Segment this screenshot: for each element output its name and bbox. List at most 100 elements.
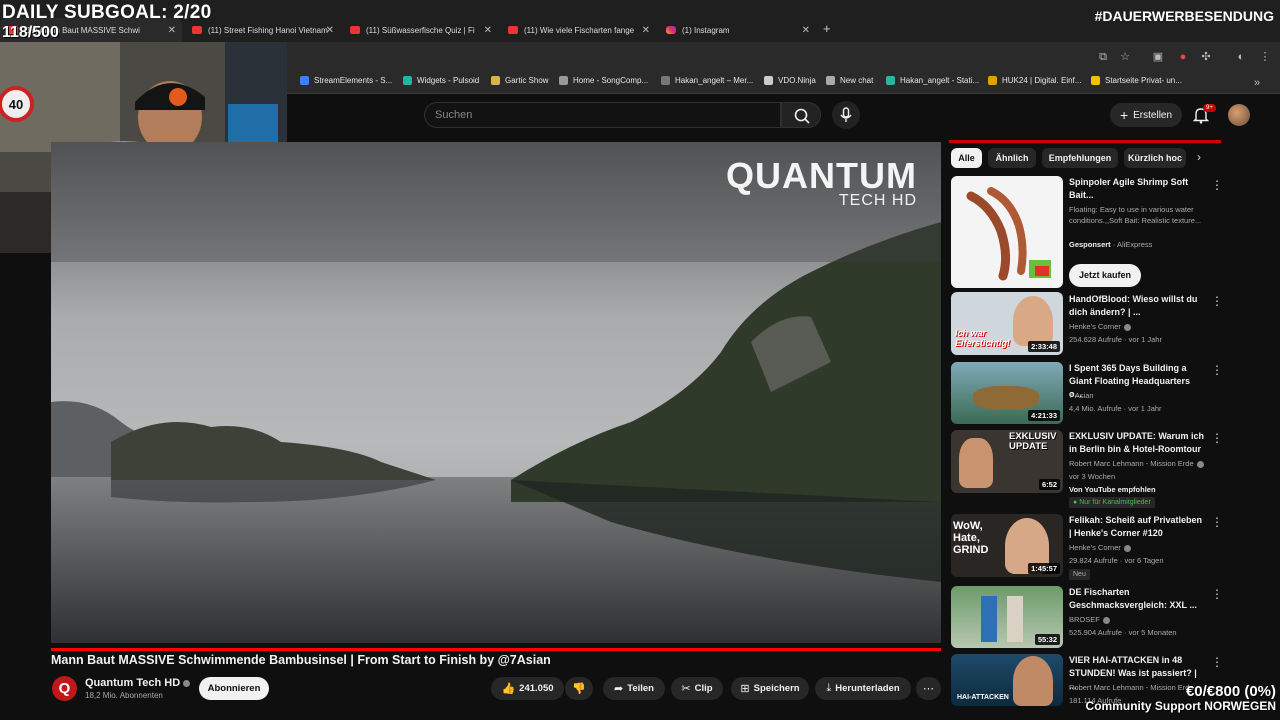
download-button[interactable]: ⤓ Herunterladen (815, 677, 911, 700)
account-avatar[interactable] (1228, 104, 1250, 126)
puzzle-icon[interactable]: ✣ (1199, 50, 1213, 64)
video-player[interactable]: QUANTUM TECH HD (51, 142, 941, 643)
like-button[interactable]: 👍 241.050 (491, 677, 564, 700)
voice-search-button[interactable] (832, 101, 860, 129)
save-button[interactable]: ⊞ Speichern (731, 677, 809, 700)
star-icon[interactable]: ☆ (1118, 50, 1132, 64)
video-progress-bar[interactable] (51, 648, 941, 651)
video-thumbnail[interactable]: WoW, Hate, GRIND 1:45:57 (951, 514, 1063, 577)
video-channel[interactable]: Robert Marc Lehmann - Mission Erde (1069, 683, 1194, 692)
ad-thumbnail[interactable] (951, 176, 1063, 288)
channel-text: Henke's Corner (1069, 322, 1121, 331)
bookmark[interactable]: Startseite Privat- un... (1091, 76, 1182, 85)
bookmark-icon (403, 76, 412, 85)
video-title-link[interactable]: EXKLUSIV UPDATE: Warum ich in Berlin bin… (1069, 430, 1205, 456)
video-meta: 4,4 Mio. Aufrufe · vor 1 Jahr (1069, 404, 1162, 413)
bookmarks-overflow-icon[interactable]: » (1250, 76, 1264, 90)
like-count: 241.050 (519, 683, 554, 694)
notification-badge: 9+ (1203, 104, 1216, 112)
close-icon[interactable]: ✕ (326, 25, 334, 36)
channel-text: Robert Marc Lehmann - Mission Erde (1069, 459, 1194, 468)
video-thumbnail[interactable]: Ich war Eifersüchtig! 2:33:48 (951, 292, 1063, 355)
more-vertical-icon[interactable]: ⋮ (1211, 655, 1223, 669)
video-frame-image (51, 142, 941, 643)
share-button[interactable]: ➦ Teilen (603, 677, 665, 700)
bookmark[interactable]: Home - SongComp... (559, 76, 648, 85)
bookmark[interactable]: Gartic Show (491, 76, 549, 85)
clip-button[interactable]: ✂ Clip (671, 677, 723, 700)
ad-cta-button[interactable]: Jetzt kaufen (1069, 264, 1141, 287)
tab-label: (11) Street Fishing Hanoi Vietnam (208, 25, 328, 35)
video-meta: 525.904 Aufrufe · vor 5 Monaten (1069, 628, 1177, 637)
video-title-link[interactable]: Felikah: Scheiß auf Privatleben | Henke'… (1069, 514, 1205, 540)
video-thumbnail[interactable]: 4:21:33 (951, 362, 1063, 424)
bookmark[interactable]: VDO.Ninja (764, 76, 816, 85)
create-button[interactable]: + Erstellen (1110, 103, 1182, 127)
chip-all[interactable]: Alle (951, 148, 982, 168)
more-actions-button[interactable]: ⋯ (916, 677, 941, 700)
browser-tab[interactable]: (11) Wie viele Fischarten fange ✕ (500, 18, 656, 42)
bookmark[interactable]: StreamElements - S... (300, 76, 392, 85)
close-icon[interactable]: ✕ (168, 25, 176, 36)
bookmark-icon (661, 76, 670, 85)
bookmark[interactable]: HUK24 | Digital. Einf... (988, 76, 1081, 85)
bookmark-label: Startseite Privat- un... (1105, 76, 1182, 85)
thumbs-down-icon: 👎 (572, 683, 586, 695)
bookmark[interactable]: Widgets - Pulsoid (403, 76, 479, 85)
install-icon[interactable]: ⧉ (1096, 50, 1110, 64)
bookmark[interactable]: New chat (826, 76, 873, 85)
close-icon[interactable]: ✕ (802, 25, 810, 36)
bookmark-icon (1091, 76, 1100, 85)
browser-tab[interactable]: (11) Süßwasserfische Quiz | Fi ✕ (342, 18, 498, 42)
video-channel[interactable]: Henke's Corner (1069, 322, 1131, 331)
sponsored-label: Gesponsert (1069, 240, 1111, 249)
video-channel[interactable]: 7 Asian (1069, 391, 1094, 400)
extension-icon[interactable]: ▣ (1151, 50, 1165, 64)
video-thumbnail[interactable]: EXKLUSIV UPDATE 6:52 (951, 430, 1063, 493)
video-title-link[interactable]: DE Fischarten Geschmacksvergleich: XXL .… (1069, 586, 1205, 612)
profile-icon[interactable]: ◐ (1234, 50, 1248, 64)
bookmark[interactable]: Hakan_angelt – Mer... (661, 76, 753, 85)
donation-goal-text: €0/€800 (0%) (1185, 683, 1276, 700)
search-button[interactable] (781, 102, 821, 128)
channel-name[interactable]: Quantum Tech HD (85, 677, 191, 689)
chip-similar[interactable]: Ähnlich (988, 148, 1036, 168)
video-channel[interactable]: Henke's Corner (1069, 543, 1131, 552)
bookmark-label: Home - SongComp... (573, 76, 649, 85)
more-vertical-icon[interactable]: ⋮ (1211, 587, 1223, 601)
more-vertical-icon[interactable]: ⋮ (1211, 431, 1223, 445)
more-vertical-icon[interactable]: ⋮ (1211, 363, 1223, 377)
bookmark[interactable]: Hakan_angelt - Stati... (886, 76, 979, 85)
video-channel[interactable]: Robert Marc Lehmann - Mission Erde (1069, 459, 1204, 468)
new-tab-icon[interactable]: + (823, 21, 831, 36)
duration-badge: 4:21:33 (1028, 410, 1060, 421)
verified-icon (1123, 544, 1131, 552)
more-vertical-icon[interactable]: ⋮ (1211, 515, 1223, 529)
dislike-button[interactable]: 👎 (565, 677, 593, 700)
video-channel[interactable]: BROSEF (1069, 615, 1110, 624)
menu-icon[interactable]: ⋮ (1258, 50, 1272, 64)
chip-recommendations[interactable]: Empfehlungen (1042, 148, 1118, 168)
video-thumbnail[interactable]: HAI-ATTACKEN (951, 654, 1063, 706)
video-title-link[interactable]: HandOfBlood: Wieso willst du dich ändern… (1069, 293, 1205, 319)
tab-label: (1) Instagram (682, 25, 730, 35)
channel-logo[interactable]: Q (52, 676, 77, 701)
video-thumbnail[interactable]: 55:32 (951, 586, 1063, 648)
close-icon[interactable]: ✕ (642, 25, 650, 36)
more-vertical-icon[interactable]: ⋮ (1211, 178, 1223, 192)
sidebar-accent-line (949, 140, 1221, 143)
search-input[interactable]: Suchen (424, 102, 781, 128)
chevron-right-icon[interactable]: › (1197, 150, 1201, 164)
ad-title[interactable]: Spinpoler Agile Shrimp Soft Bait... (1069, 176, 1205, 202)
subscribe-button[interactable]: Abonnieren (199, 677, 269, 700)
community-support-text: Community Support NORWEGEN (1085, 699, 1276, 713)
more-vertical-icon[interactable]: ⋮ (1211, 294, 1223, 308)
browser-tab[interactable]: (1) Instagram ✕ (658, 18, 816, 42)
chip-recently-uploaded[interactable]: Kürzlich hoc (1124, 148, 1186, 168)
thumbnail-person (1013, 296, 1053, 346)
thumbnail-text: HAI-ATTACKEN (957, 694, 1009, 701)
close-icon[interactable]: ✕ (484, 25, 492, 36)
advertising-notice-text: #DAUERWERBESENDUNG (1094, 8, 1274, 24)
extension-icon[interactable]: ● (1176, 50, 1190, 64)
bookmark-icon (491, 76, 500, 85)
